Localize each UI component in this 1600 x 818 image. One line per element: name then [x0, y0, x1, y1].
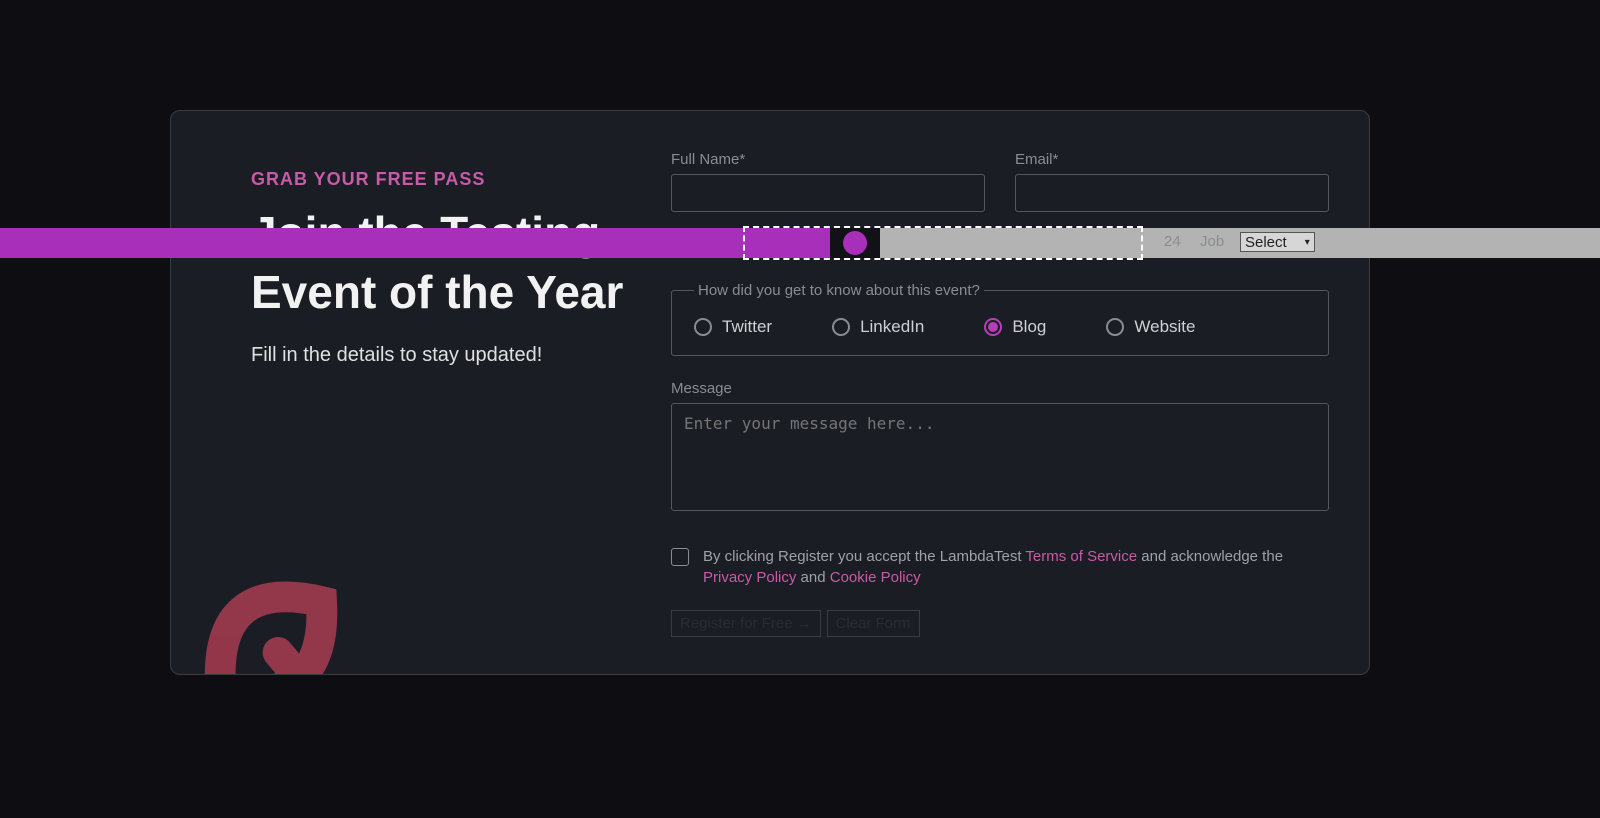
button-row: Register for Free→ Clear Form — [671, 610, 1329, 637]
email-label: Email* — [1015, 151, 1329, 168]
register-button-label: Register for Free — [680, 615, 793, 632]
consent-mid2: and — [796, 569, 829, 586]
consent-text: By clicking Register you accept the Lamb… — [703, 546, 1329, 588]
privacy-link[interactable]: Privacy Policy — [703, 569, 796, 586]
radio-label: Website — [1134, 317, 1195, 337]
radio-icon — [694, 318, 712, 336]
full-name-label: Full Name* — [671, 151, 985, 168]
clear-button-label: Clear Form — [836, 615, 911, 632]
arrow-right-icon: → — [797, 615, 812, 632]
source-radio-row: Twitter LinkedIn Blog Website — [694, 317, 1306, 337]
consent-checkbox[interactable] — [671, 548, 689, 566]
page-title: Join the Testing Event of the Year — [251, 204, 661, 322]
source-fieldset: How did you get to know about this event… — [671, 282, 1329, 356]
decorative-logo — [170, 534, 381, 675]
register-button[interactable]: Register for Free→ — [671, 610, 821, 637]
email-field-wrap: Email* — [1015, 151, 1329, 212]
chevron-down-icon: ▾ — [1305, 237, 1310, 248]
job-select-value: Select — [1245, 234, 1287, 251]
radio-label: Blog — [1012, 317, 1046, 337]
page-subtitle: Fill in the details to stay updated! — [251, 344, 661, 367]
job-select-wrap: Select ▾ — [1240, 232, 1315, 252]
source-radio-linkedin[interactable]: LinkedIn — [832, 317, 924, 337]
radio-icon — [832, 318, 850, 336]
consent-prefix: By clicking Register you accept the Lamb… — [703, 548, 1025, 565]
cookie-link[interactable]: Cookie Policy — [830, 569, 921, 586]
left-column: GRAB YOUR FREE PASS Join the Testing Eve… — [251, 151, 661, 644]
age-slider-thumb-dot — [843, 231, 867, 255]
radio-icon — [984, 318, 1002, 336]
form-column: Full Name* Email* How did you get to kno… — [661, 151, 1329, 644]
registration-card: GRAB YOUR FREE PASS Join the Testing Eve… — [170, 110, 1370, 675]
message-textarea[interactable] — [671, 403, 1329, 511]
radio-label: Twitter — [722, 317, 772, 337]
age-slider-track[interactable] — [0, 228, 1600, 258]
radio-label: LinkedIn — [860, 317, 924, 337]
job-label: Job — [1200, 233, 1224, 250]
age-value: 24 — [1164, 233, 1181, 250]
email-input[interactable] — [1015, 174, 1329, 212]
message-field-wrap: Message — [671, 380, 1329, 516]
tos-link[interactable]: Terms of Service — [1025, 548, 1137, 565]
eyebrow-text: GRAB YOUR FREE PASS — [251, 169, 661, 190]
age-slider-fill — [0, 228, 830, 258]
source-radio-website[interactable]: Website — [1106, 317, 1195, 337]
job-select[interactable]: Select ▾ — [1240, 232, 1315, 252]
radio-icon — [1106, 318, 1124, 336]
consent-mid1: and acknowledge the — [1137, 548, 1283, 565]
full-name-field-wrap: Full Name* — [671, 151, 985, 212]
full-name-input[interactable] — [671, 174, 985, 212]
age-slider-thumb-box[interactable] — [830, 228, 880, 258]
source-radio-blog[interactable]: Blog — [984, 317, 1046, 337]
consent-row: By clicking Register you accept the Lamb… — [671, 546, 1329, 588]
source-radio-twitter[interactable]: Twitter — [694, 317, 772, 337]
message-label: Message — [671, 380, 1329, 397]
clear-form-button[interactable]: Clear Form — [827, 610, 920, 637]
source-legend: How did you get to know about this event… — [694, 282, 984, 299]
